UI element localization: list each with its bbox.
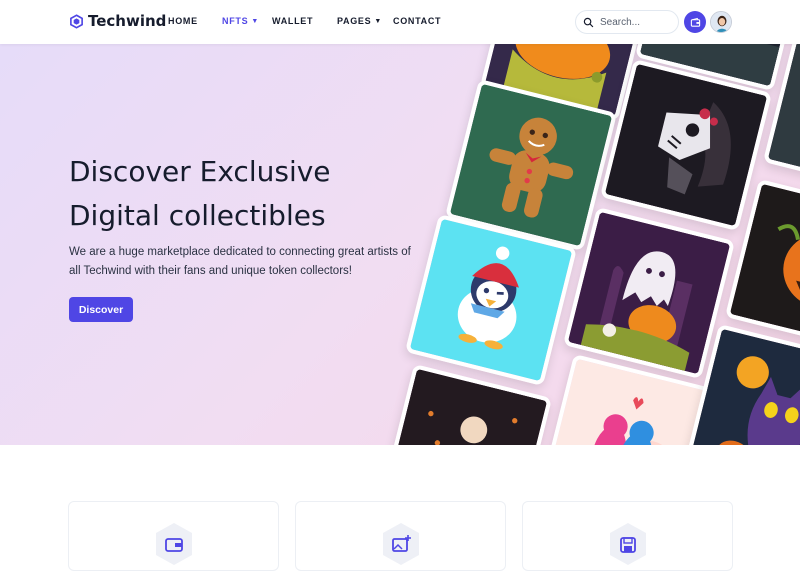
nav-home-label: HOME xyxy=(168,16,198,26)
nav-wallet-label: WALLET xyxy=(272,16,314,26)
nav-contact[interactable]: CONTACT xyxy=(393,16,441,26)
hero-title-line-1: Discover Exclusive xyxy=(69,155,331,188)
penguin-artwork xyxy=(409,218,573,382)
ghost-pumpkin-artwork xyxy=(567,211,731,375)
skeleton-horse-artwork xyxy=(604,63,768,227)
user-avatar-image xyxy=(711,12,731,32)
nft-card[interactable] xyxy=(562,206,736,380)
search-icon xyxy=(583,17,594,27)
hero-title-line-2: Digital collectibles xyxy=(69,199,326,232)
logo-icon xyxy=(70,13,83,29)
nav-home[interactable]: HOME xyxy=(168,16,198,26)
chevron-down-icon: ▼ xyxy=(251,17,259,25)
nav-pages-label: PAGES xyxy=(337,16,372,26)
discover-button[interactable]: Discover xyxy=(69,297,133,322)
features-section xyxy=(0,445,800,571)
logo[interactable]: Techwind xyxy=(69,12,166,30)
feature-card xyxy=(68,501,279,571)
nav-contact-label: CONTACT xyxy=(393,16,442,26)
wallet-button[interactable] xyxy=(684,11,706,33)
top-navbar: Techwind HOME NFTS ▼ WALLET PAGES ▼ CONT… xyxy=(0,0,800,44)
wallet-icon xyxy=(156,523,192,565)
feature-card xyxy=(295,501,506,571)
hero-section: Discover Exclusive Digital collectibles … xyxy=(0,44,800,445)
search-input[interactable] xyxy=(600,16,672,28)
feature-card xyxy=(522,501,733,571)
brand-name: Techwind xyxy=(88,12,167,30)
chevron-down-icon: ▼ xyxy=(374,17,382,25)
nav-pages[interactable]: PAGES ▼ xyxy=(337,16,382,26)
save-icon xyxy=(610,523,646,565)
search-box[interactable] xyxy=(575,10,679,34)
wallet-icon xyxy=(690,17,700,27)
image-add-icon xyxy=(383,523,419,565)
user-avatar[interactable] xyxy=(710,11,732,33)
hero-title: Discover Exclusive Digital collectibles xyxy=(69,150,389,238)
nav-nfts[interactable]: NFTS ▼ xyxy=(222,16,259,26)
nav-nfts-label: NFTS xyxy=(222,16,249,26)
nav-wallet[interactable]: WALLET xyxy=(272,16,313,26)
hero-description: We are a huge marketplace dedicated to c… xyxy=(69,246,411,277)
